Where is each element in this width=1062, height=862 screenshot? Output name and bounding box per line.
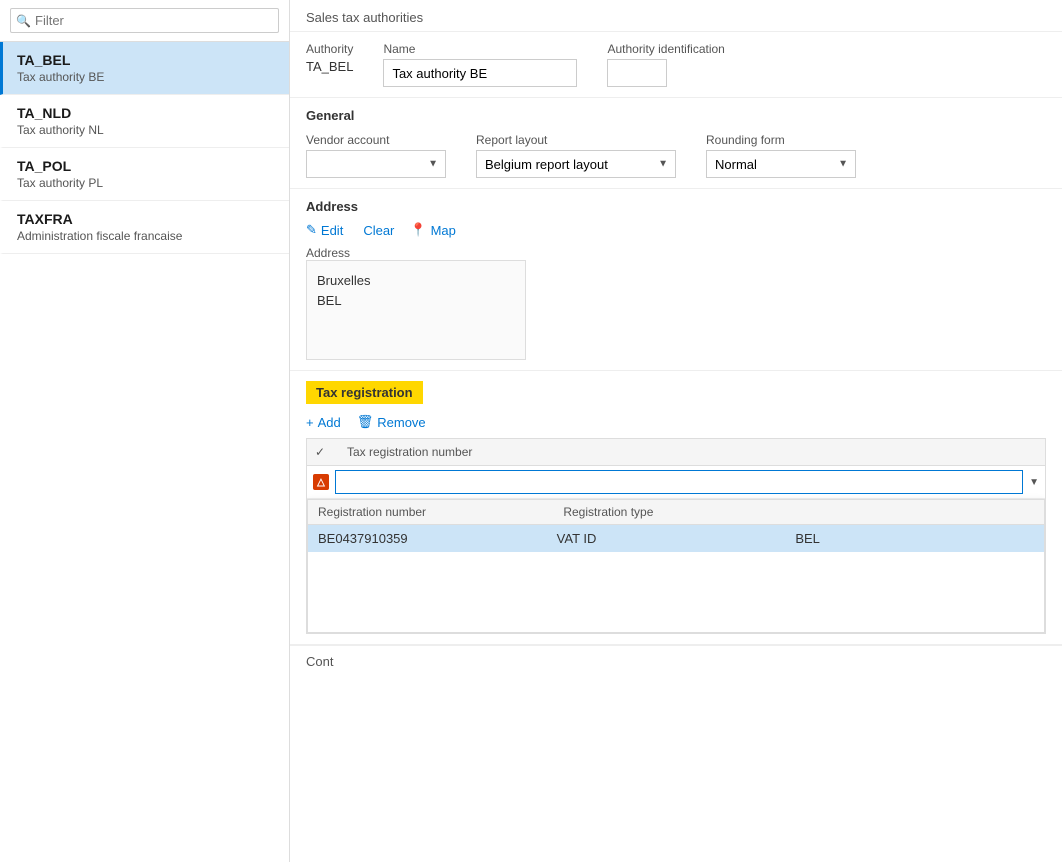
reg-country-value: BEL <box>795 531 1034 546</box>
rounding-form-label: Rounding form <box>706 133 856 147</box>
vendor-account-label: Vendor account <box>306 133 446 147</box>
authority-field: Authority TA_BEL <box>306 42 353 74</box>
warning-icon: △ <box>313 474 329 490</box>
add-button[interactable]: + Add <box>306 415 341 430</box>
sidebar-item-ta-nld[interactable]: TA_NLD Tax authority NL <box>0 95 289 148</box>
tax-reg-title: Tax registration <box>306 381 423 404</box>
edit-icon: ✎ <box>306 222 317 238</box>
cont-bar: Cont <box>290 645 1062 677</box>
address-label: Address <box>306 246 1046 260</box>
auth-id-field: Authority identification <box>607 42 724 87</box>
sidebar-item-desc: Tax authority NL <box>17 123 275 137</box>
tax-registration-section: Tax registration + Add 🗑 Remove ✓ Tax re… <box>290 371 1062 645</box>
reg-dropdown: Registration number Registration type BE… <box>307 499 1045 633</box>
remove-icon: 🗑 <box>357 414 374 430</box>
rounding-form-select-wrapper: Normal 0.01 0.1 1.00 ▼ <box>706 150 856 178</box>
report-layout-label: Report layout <box>476 133 676 147</box>
name-label: Name <box>383 42 577 56</box>
reg-type-col: Registration type <box>553 500 798 524</box>
rounding-form-field: Rounding form Normal 0.01 0.1 1.00 ▼ <box>706 133 856 178</box>
map-button[interactable]: 📍 Map <box>410 222 455 238</box>
tax-toolbar: + Add 🗑 Remove <box>306 414 1046 430</box>
reg-dropdown-row[interactable]: BE0437910359 VAT ID BEL <box>308 525 1044 552</box>
report-layout-select[interactable]: Belgium report layout Default report lay… <box>476 150 676 178</box>
sidebar-item-ta-bel[interactable]: TA_BEL Tax authority BE <box>0 42 289 95</box>
filter-input[interactable] <box>10 8 279 33</box>
report-layout-field: Report layout Belgium report layout Defa… <box>476 133 676 178</box>
vendor-account-select-wrapper: ▼ <box>306 150 446 178</box>
auth-id-label: Authority identification <box>607 42 724 56</box>
report-layout-select-wrapper: Belgium report layout Default report lay… <box>476 150 676 178</box>
dropdown-empty-space <box>308 552 1044 632</box>
reg-country-col <box>799 500 1044 524</box>
sidebar-item-code: TA_NLD <box>17 105 275 121</box>
reg-number-col: Registration number <box>308 500 553 524</box>
name-field: Name <box>383 42 577 87</box>
reg-number-value: BE0437910359 <box>318 531 557 546</box>
address-line1: Bruxelles <box>317 271 515 291</box>
address-toolbar: ✎ Edit Clear 📍 Map <box>306 222 1046 238</box>
tax-input-row: △ ▼ <box>307 466 1045 499</box>
sidebar-item-code: TA_BEL <box>17 52 275 68</box>
sidebar-item-ta-pol[interactable]: TA_POL Tax authority PL <box>0 148 289 201</box>
address-box: Bruxelles BEL <box>306 260 526 360</box>
reg-type-value: VAT ID <box>557 531 796 546</box>
vendor-account-field: Vendor account ▼ <box>306 133 446 178</box>
chevron-down-icon[interactable]: ▼ <box>1029 477 1039 488</box>
tax-reg-number-col-header: Tax registration number <box>337 439 1045 465</box>
sidebar-item-taxfra[interactable]: TAXFRA Administration fiscale francaise <box>0 201 289 254</box>
add-icon: + <box>306 415 314 430</box>
main-content: Sales tax authorities Authority TA_BEL N… <box>290 0 1062 862</box>
reg-dropdown-header: Registration number Registration type <box>308 500 1044 525</box>
authority-label: Authority <box>306 42 353 56</box>
general-title: General <box>306 108 1046 123</box>
address-line2: BEL <box>317 291 515 311</box>
rounding-form-select[interactable]: Normal 0.01 0.1 1.00 <box>706 150 856 178</box>
clear-button[interactable]: Clear <box>359 223 394 238</box>
sidebar-item-desc: Tax authority PL <box>17 176 275 190</box>
address-section: Address ✎ Edit Clear 📍 Map Address Bruxe… <box>290 189 1062 371</box>
name-input[interactable] <box>383 59 577 87</box>
main-section-title: Sales tax authorities <box>290 0 1062 32</box>
sidebar-item-code: TAXFRA <box>17 211 275 227</box>
sidebar-item-desc: Administration fiscale francaise <box>17 229 275 243</box>
authority-value: TA_BEL <box>306 59 353 74</box>
tax-reg-input[interactable] <box>335 470 1023 494</box>
edit-button[interactable]: ✎ Edit <box>306 222 343 238</box>
remove-button[interactable]: 🗑 Remove <box>357 414 426 430</box>
sidebar: 🔍 TA_BEL Tax authority BE TA_NLD Tax aut… <box>0 0 290 862</box>
address-title: Address <box>306 199 1046 214</box>
sidebar-item-code: TA_POL <box>17 158 275 174</box>
general-section: General Vendor account ▼ Report layout B… <box>290 98 1062 189</box>
search-icon: 🔍 <box>16 14 31 28</box>
authority-row: Authority TA_BEL Name Authority identifi… <box>290 32 1062 98</box>
auth-id-input[interactable] <box>607 59 667 87</box>
vendor-account-select[interactable] <box>306 150 446 178</box>
map-icon: 📍 <box>410 222 426 238</box>
sidebar-item-desc: Tax authority BE <box>17 70 275 84</box>
tax-table-header: ✓ Tax registration number <box>307 439 1045 466</box>
check-col-header: ✓ <box>307 439 337 465</box>
general-fields: Vendor account ▼ Report layout Belgium r… <box>306 133 1046 178</box>
sidebar-filter-area: 🔍 <box>0 0 289 42</box>
tax-table: ✓ Tax registration number △ ▼ Registrati… <box>306 438 1046 634</box>
